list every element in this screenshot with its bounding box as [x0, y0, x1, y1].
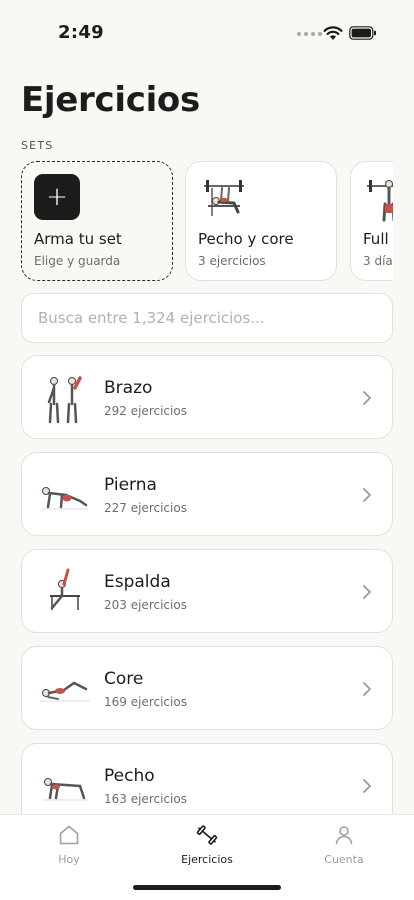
status-time: 2:49: [58, 22, 104, 43]
category-name: Pierna: [104, 475, 157, 495]
category-count: 227 ejercicios: [104, 501, 187, 515]
set-subtitle: 3 ejercicios: [198, 254, 266, 268]
home-indicator: [133, 885, 281, 890]
category-count: 292 ejercicios: [104, 404, 187, 418]
chevron-right-icon: [363, 488, 371, 502]
set-title: Pecho y core: [198, 230, 294, 248]
tab-label: Ejercicios: [181, 853, 233, 866]
sets-section-label: SETS: [21, 139, 54, 152]
bench-press-illustration: [204, 180, 244, 216]
arm-exercise-illustration: [47, 376, 82, 424]
category-count: 203 ejercicios: [104, 598, 187, 612]
chevron-right-icon: [363, 585, 371, 599]
chest-exercise-illustration: [42, 778, 88, 801]
category-name: Espalda: [104, 572, 171, 592]
barbell-squat-illustration: [367, 180, 393, 222]
set-card-full[interactable]: Full 3 días: [350, 161, 393, 281]
category-count: 163 ejercicios: [104, 792, 187, 806]
sets-carousel[interactable]: + Arma tu set Elige y guarda Pecho y cor…: [21, 161, 393, 281]
status-bar: 2:49: [0, 0, 414, 60]
category-count: 169 ejercicios: [104, 695, 187, 709]
tab-label: Cuenta: [324, 853, 364, 866]
set-title: Full: [363, 230, 389, 248]
search-input[interactable]: [38, 309, 376, 327]
chevron-right-icon: [363, 779, 371, 793]
search-box[interactable]: [21, 293, 393, 343]
leg-exercise-illustration: [42, 487, 88, 510]
wifi-icon: [323, 26, 343, 40]
category-row-pierna[interactable]: Pierna 227 ejercicios: [21, 452, 393, 536]
tab-label: Hoy: [58, 853, 80, 866]
category-row-core[interactable]: Core 169 ejercicios: [21, 646, 393, 730]
set-subtitle: 3 días: [363, 254, 393, 268]
category-name: Core: [104, 669, 144, 689]
category-row-brazo[interactable]: Brazo 292 ejercicios: [21, 355, 393, 439]
category-list[interactable]: Brazo 292 ejercicios Pierna 227 ejercici…: [21, 355, 393, 815]
create-set-card[interactable]: + Arma tu set Elige y guarda: [21, 161, 173, 281]
category-row-pecho[interactable]: Pecho 163 ejercicios: [21, 743, 393, 815]
tab-cuenta[interactable]: Cuenta: [294, 823, 394, 875]
dumbbell-icon: [196, 825, 218, 845]
set-title: Arma tu set: [34, 230, 122, 248]
cellular-signal-icon: [297, 32, 322, 36]
tab-ejercicios[interactable]: Ejercicios: [157, 823, 257, 875]
chevron-right-icon: [363, 391, 371, 405]
chevron-right-icon: [363, 682, 371, 696]
house-icon: [59, 825, 79, 845]
plus-icon: +: [34, 174, 80, 220]
page-title: Ejercicios: [21, 80, 200, 120]
tab-hoy[interactable]: Hoy: [19, 823, 119, 875]
core-exercise-illustration: [40, 681, 90, 702]
category-row-espalda[interactable]: Espalda 203 ejercicios: [21, 549, 393, 633]
category-name: Brazo: [104, 378, 153, 398]
battery-icon: [349, 26, 376, 40]
person-icon: [335, 826, 353, 845]
set-card-pecho-y-core[interactable]: Pecho y core 3 ejercicios: [185, 161, 337, 281]
set-subtitle: Elige y guarda: [34, 254, 121, 268]
back-exercise-illustration: [50, 568, 80, 610]
category-name: Pecho: [104, 766, 155, 786]
